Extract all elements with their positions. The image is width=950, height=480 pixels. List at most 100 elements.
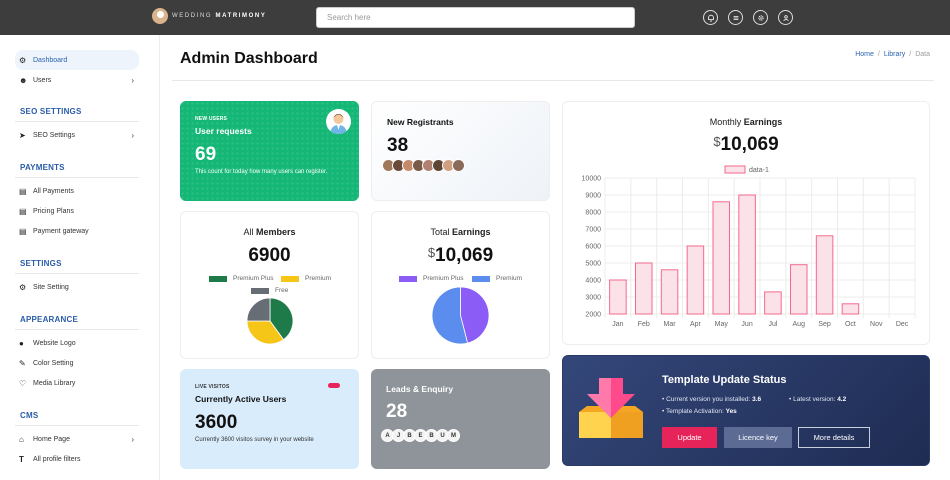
active-users-card: LIVE VISITOS Currently Active Users 3600… — [180, 369, 359, 469]
sidebar-item-label: All profile filters — [33, 455, 81, 463]
card-title: User requests — [195, 126, 252, 136]
x-tick-label: Jul — [768, 321, 777, 328]
legend-swatch — [281, 275, 299, 282]
registrant-avatars — [382, 159, 465, 172]
breadcrumb-separator: / — [877, 51, 880, 58]
divider — [172, 80, 934, 81]
activation-value: Yes — [725, 408, 737, 415]
bar-oct[interactable] — [841, 303, 860, 315]
legend-swatch — [209, 275, 227, 282]
x-tick-label: Apr — [690, 321, 702, 328]
x-tick-label: Nov — [870, 321, 883, 328]
sidebar-item-payment-gateway[interactable]: ▤ Payment gateway — [15, 221, 139, 241]
current-version-value: 3.6 — [752, 396, 762, 403]
bar-jan[interactable] — [609, 279, 627, 315]
divider — [15, 121, 139, 122]
divider — [15, 177, 139, 178]
x-tick-label: Oct — [845, 321, 856, 328]
money-icon: ▤ — [19, 226, 27, 236]
card-title-bold: Earnings — [452, 227, 491, 237]
home-icon: ⌂ — [19, 434, 24, 444]
bar-apr[interactable] — [686, 245, 705, 315]
x-tick-label: Feb — [638, 321, 650, 328]
card-value: 3600 — [195, 412, 238, 433]
bar-mar[interactable] — [660, 269, 679, 315]
sidebar-item-seo-settings[interactable]: ➤ SEO Settings › — [15, 125, 139, 145]
bar-sep[interactable] — [815, 235, 834, 315]
members-pie-chart — [247, 298, 293, 344]
sidebar-item-home-page[interactable]: ⌂ Home Page › — [15, 429, 139, 449]
licence-key-button[interactable]: Licence key — [724, 427, 792, 448]
card-title-bold: Members — [256, 227, 296, 237]
sidebar-item-label: Site Setting — [33, 283, 69, 291]
currency-symbol: $ — [713, 134, 721, 149]
card-title-light: All — [243, 227, 256, 237]
sidebar-item-pricing-plans[interactable]: ▤ Pricing Plans — [15, 201, 139, 221]
x-tick-label: Sep — [818, 321, 831, 328]
user-icon[interactable] — [778, 10, 793, 25]
bar-jun[interactable] — [738, 194, 756, 315]
update-button[interactable]: Update — [662, 427, 717, 448]
doctor-avatar-icon — [326, 109, 351, 134]
card-title-light: Monthly — [709, 117, 744, 127]
dashboard-icon: ⚙ — [19, 55, 27, 65]
pie-slice-free[interactable] — [247, 298, 271, 322]
sidebar-item-label: Website Logo — [33, 339, 76, 347]
sidebar-item-label: Pricing Plans — [33, 207, 74, 215]
bar-aug[interactable] — [789, 264, 808, 315]
current-version-text: • Current version you installed: 3.6 — [662, 396, 762, 403]
sidebar-item-label: Users — [33, 76, 52, 84]
all-members-card: All Members 6900 Premium Plus Premium Fr… — [180, 211, 359, 359]
bar-may[interactable] — [712, 201, 731, 315]
heart-pulse-icon: ♡ — [19, 378, 27, 388]
sidebar-item-all-payments[interactable]: ▤ All Payments — [15, 181, 139, 201]
section-heading-payments: PAYMENTS — [20, 163, 65, 172]
sidebar-item-media-library[interactable]: ♡ Media Library — [15, 373, 139, 393]
y-tick-label: 2000 — [585, 312, 601, 319]
gear-icon[interactable] — [753, 10, 768, 25]
more-details-button[interactable]: More details — [798, 427, 870, 448]
breadcrumb-home[interactable]: Home — [855, 51, 874, 58]
logo-text-light: WEDDING — [172, 13, 213, 19]
legend-swatch[interactable] — [724, 165, 746, 174]
sidebar-item-profile-filters[interactable]: T All profile filters — [15, 449, 139, 469]
sidebar-item-label: SEO Settings — [33, 131, 76, 139]
lead-avatar[interactable]: M — [447, 429, 460, 442]
page-title: Admin Dashboard — [180, 50, 318, 67]
bell-icon[interactable] — [703, 10, 718, 25]
sidebar-item-color-setting[interactable]: ✎ Color Setting — [15, 353, 139, 373]
legend-item[interactable]: Free — [251, 287, 288, 294]
sidebar-item-dashboard[interactable]: ⚙ Dashboard — [15, 50, 139, 70]
bar-jul[interactable] — [764, 291, 782, 315]
avatar[interactable] — [452, 159, 465, 172]
sidebar-item-site-setting[interactable]: ⚙ Site Setting — [15, 277, 139, 297]
breadcrumb-library[interactable]: Library — [884, 51, 905, 58]
text-icon: T — [19, 454, 24, 464]
currency-symbol: $ — [427, 245, 436, 260]
card-eyebrow: NEW USERS — [195, 116, 228, 122]
y-tick-label: 7000 — [585, 227, 601, 234]
card-value: 6900 — [248, 245, 291, 266]
legend-item[interactable]: Premium — [281, 275, 331, 282]
legend-label: Premium — [305, 275, 332, 282]
sidebar: ⚙ Dashboard ☻ Users › SEO SETTINGS ➤ SEO Set… — [0, 35, 160, 480]
activation-text: • Template Activation: Yes — [662, 408, 737, 415]
users-icon: ☻ — [19, 75, 28, 85]
sidebar-item-users[interactable]: ☻ Users › — [15, 70, 139, 90]
sidebar-item-website-logo[interactable]: ● Website Logo — [15, 333, 139, 353]
search-input[interactable] — [316, 7, 635, 28]
card-title: Leads & Enquiry — [386, 384, 454, 394]
breadcrumb: Home / Library / Data — [855, 51, 930, 58]
card-title: New Registrants — [387, 117, 454, 127]
sidebar-item-label: Dashboard — [33, 56, 68, 64]
current-version-label: Current version you installed: — [666, 396, 751, 403]
monthly-earnings-bar-chart: data-1 2000 3000 4000 5000 6000 7000 8000 9000 10… — [582, 165, 916, 328]
legend-item[interactable]: Premium Plus — [399, 275, 463, 282]
site-logo[interactable]: WEDDING MATRIMONY — [152, 8, 266, 24]
section-heading-cms: CMS — [20, 411, 39, 420]
menu-icon[interactable] — [728, 10, 743, 25]
legend-item[interactable]: Premium Plus — [209, 275, 273, 282]
legend-item[interactable]: Premium — [472, 275, 522, 282]
bar-feb[interactable] — [634, 262, 653, 315]
y-tick-label: 6000 — [585, 244, 601, 251]
